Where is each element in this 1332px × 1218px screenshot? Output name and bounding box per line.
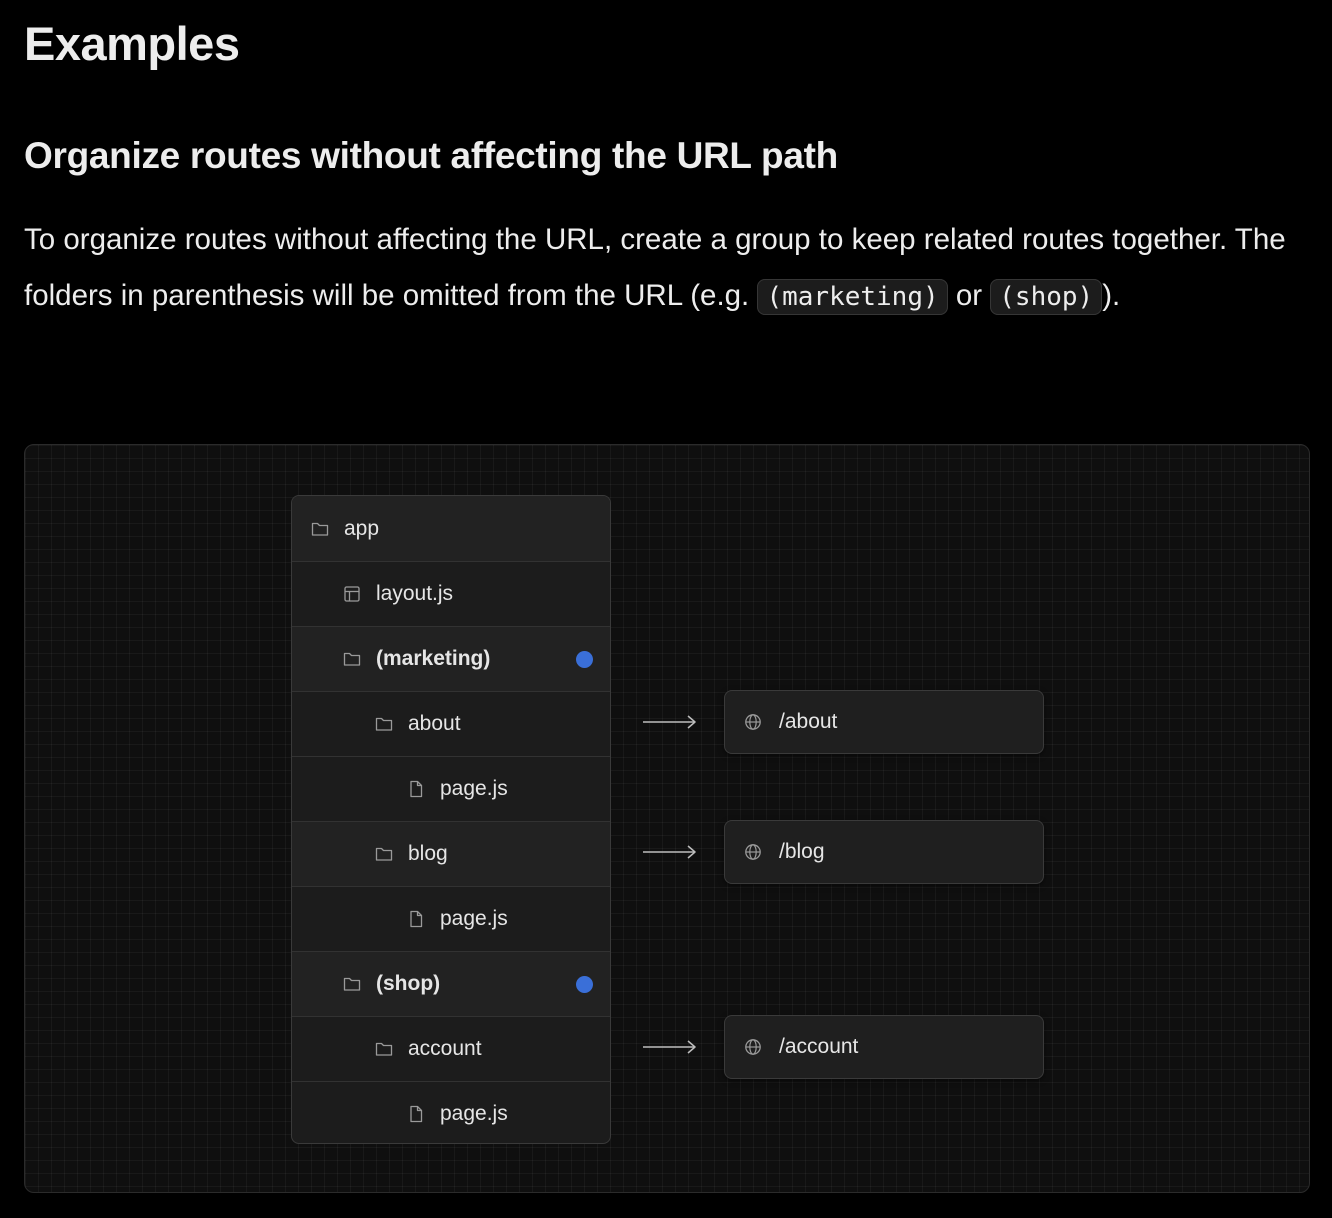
folder-icon xyxy=(374,844,394,864)
folder-icon xyxy=(374,714,394,734)
globe-icon xyxy=(743,712,763,732)
arrow-right-icon xyxy=(643,715,696,729)
file-icon xyxy=(406,779,426,799)
tree-label-blog: blog xyxy=(408,842,448,865)
file-tree: app layout.js (marketing) about page.js … xyxy=(291,495,611,1144)
file-icon xyxy=(406,1104,426,1124)
route-path-label: /blog xyxy=(779,840,825,863)
route-account: /account xyxy=(724,1015,1044,1079)
tree-row-layout-js: layout.js xyxy=(292,561,610,626)
tree-row-about: about xyxy=(292,691,610,756)
folder-icon xyxy=(342,649,362,669)
code-shop: (shop) xyxy=(990,279,1103,315)
globe-icon xyxy=(743,1037,763,1057)
code-marketing: (marketing) xyxy=(757,279,948,315)
tree-label-layout-js: layout.js xyxy=(376,582,454,605)
tree-row-account: account xyxy=(292,1016,610,1081)
tree-row-blog: blog xyxy=(292,821,610,886)
paragraph-text-middle: or xyxy=(947,279,991,312)
page-title: Examples xyxy=(24,17,240,70)
tree-label-page-js: page.js xyxy=(440,907,508,930)
file-icon xyxy=(406,909,426,929)
tree-row-account-page-js: page.js xyxy=(292,1081,610,1143)
tree-label-about: about xyxy=(408,712,461,735)
folder-icon xyxy=(374,1039,394,1059)
route-group-marker xyxy=(576,650,593,668)
tree-label-account: account xyxy=(408,1037,482,1060)
route-groups-diagram: app layout.js (marketing) about page.js … xyxy=(24,444,1310,1193)
folder-icon xyxy=(342,974,362,994)
tree-row-app: app xyxy=(292,496,610,561)
arrow-right-icon xyxy=(643,1040,696,1054)
layout-icon xyxy=(342,584,362,604)
globe-icon xyxy=(743,842,763,862)
tree-label-page-js: page.js xyxy=(440,1102,508,1125)
tree-label-page-js: page.js xyxy=(440,777,508,800)
tree-row-about-page-js: page.js xyxy=(292,756,610,821)
route-path-label: /account xyxy=(779,1035,859,1058)
paragraph-text-after: ). xyxy=(1102,279,1121,312)
tree-label-app: app xyxy=(344,516,380,540)
folder-icon xyxy=(310,519,330,539)
arrow-right-icon xyxy=(643,845,696,859)
route-group-marker xyxy=(576,975,593,993)
tree-row-marketing-group: (marketing) xyxy=(292,626,610,691)
route-about: /about xyxy=(724,690,1044,754)
route-path-label: /about xyxy=(779,710,838,733)
tree-label-marketing: (marketing) xyxy=(376,647,491,670)
route-blog: /blog xyxy=(724,820,1044,884)
section-title: Organize routes without affecting the UR… xyxy=(24,135,838,176)
tree-label-shop: (shop) xyxy=(376,972,441,995)
tree-row-blog-page-js: page.js xyxy=(292,886,610,951)
description-paragraph: To organize routes without affecting the… xyxy=(24,212,1314,325)
tree-row-shop-group: (shop) xyxy=(292,951,610,1016)
